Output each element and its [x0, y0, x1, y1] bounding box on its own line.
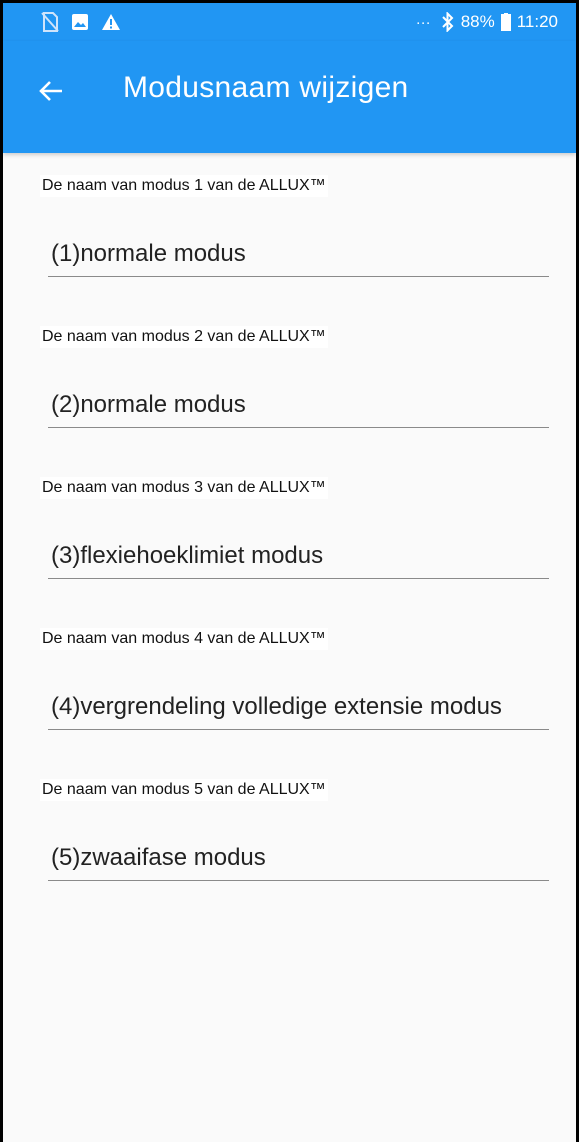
mode-5-field: De naam van modus 5 van de ALLUX™ — [3, 757, 576, 908]
mode-1-field: De naam van modus 1 van de ALLUX™ — [3, 153, 576, 304]
arrow-back-icon — [38, 79, 64, 103]
battery-icon — [500, 13, 511, 31]
image-icon — [71, 13, 89, 31]
mode-2-label: De naam van modus 2 van de ALLUX™ — [40, 326, 328, 348]
mode-1-label: De naam van modus 1 van de ALLUX™ — [40, 175, 328, 197]
back-button[interactable] — [27, 67, 75, 115]
status-left-icons — [41, 12, 121, 32]
mode-5-name-input[interactable] — [48, 835, 549, 881]
mode-1-name-input[interactable] — [48, 231, 549, 277]
status-bar: ··· 88% 11:20 — [3, 3, 576, 41]
battery-percent: 88% — [460, 12, 495, 31]
mode-name-form: De naam van modus 1 van de ALLUX™ De naa… — [3, 153, 576, 908]
mode-3-field: De naam van modus 3 van de ALLUX™ — [3, 455, 576, 606]
bluetooth-icon — [441, 12, 455, 32]
page-title: Modusnaam wijzigen — [123, 71, 409, 104]
mode-2-field: De naam van modus 2 van de ALLUX™ — [3, 304, 576, 455]
status-right-icons: ··· 88% 11:20 — [416, 12, 558, 32]
app-bar: Modusnaam wijzigen — [3, 41, 576, 153]
notification-dots: ··· — [415, 13, 431, 31]
mode-3-label: De naam van modus 3 van de ALLUX™ — [40, 477, 328, 499]
mode-2-name-input[interactable] — [48, 382, 549, 428]
mode-5-label: De naam van modus 5 van de ALLUX™ — [40, 779, 328, 801]
mode-4-label: De naam van modus 4 van de ALLUX™ — [40, 628, 328, 650]
mode-4-field: De naam van modus 4 van de ALLUX™ — [3, 606, 576, 757]
mode-3-name-input[interactable] — [48, 533, 549, 579]
warning-icon — [101, 13, 121, 31]
sim-off-icon — [41, 12, 59, 32]
clock: 11:20 — [516, 12, 558, 31]
mode-4-name-input[interactable] — [48, 684, 549, 730]
screen: ··· 88% 11:20 Modusnaam wijzigen De naam… — [0, 0, 579, 1142]
